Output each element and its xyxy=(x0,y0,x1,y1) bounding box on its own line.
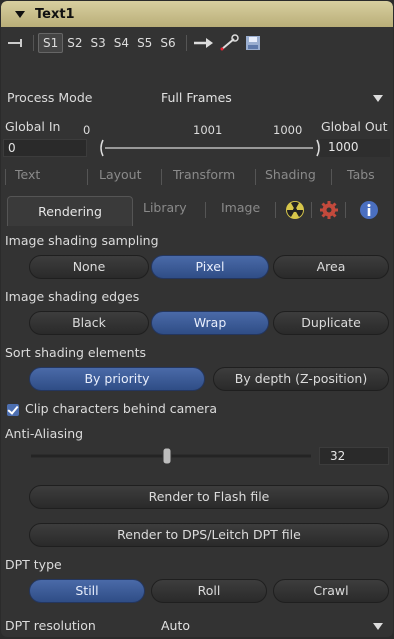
toolbar-divider xyxy=(33,35,34,51)
collapse-triangle-icon[interactable] xyxy=(15,10,25,18)
anti-aliasing-field[interactable]: 32 xyxy=(319,447,389,465)
edges-black-button[interactable]: Black xyxy=(29,311,149,335)
global-in-field[interactable]: 0 xyxy=(3,139,87,157)
tab-divider xyxy=(275,202,276,218)
tab-divider xyxy=(331,169,332,185)
dpt-resolution-label: DPT resolution xyxy=(5,618,96,633)
range-current-tick: 1001 xyxy=(193,123,223,137)
tab-divider xyxy=(205,202,206,218)
slot-s1-button[interactable]: S1 xyxy=(38,33,64,53)
process-mode-value: Full Frames xyxy=(161,90,232,105)
image-shading-sampling-label: Image shading sampling xyxy=(5,233,159,248)
image-shading-edges-label: Image shading edges xyxy=(5,289,140,304)
chevron-down-icon xyxy=(373,95,383,102)
info-icon[interactable] xyxy=(359,200,379,223)
gear-icon[interactable] xyxy=(319,200,339,223)
tab-divider xyxy=(161,169,162,185)
range-max-tick: 1000 xyxy=(273,123,303,137)
tab-library[interactable]: Library xyxy=(143,200,187,215)
pin-icon[interactable] xyxy=(7,36,25,50)
sort-by-priority-button[interactable]: By priority xyxy=(29,367,205,391)
clip-characters-checkbox[interactable] xyxy=(7,404,19,416)
render-to-dps-button[interactable]: Render to DPS/Leitch DPT file xyxy=(29,523,389,547)
sampling-none-button[interactable]: None xyxy=(29,255,149,279)
tab-divider xyxy=(5,169,6,185)
global-out-field[interactable]: 1000 xyxy=(320,139,390,157)
chevron-down-icon xyxy=(373,623,383,630)
tab-divider xyxy=(87,169,88,185)
dpt-still-button[interactable]: Still xyxy=(29,579,145,603)
edges-duplicate-button[interactable]: Duplicate xyxy=(273,311,389,335)
slot-s3-button[interactable]: S3 xyxy=(87,34,110,52)
tab-tabs[interactable]: Tabs xyxy=(347,167,375,182)
save-icon[interactable] xyxy=(245,35,261,51)
slot-s2-button[interactable]: S2 xyxy=(63,34,86,52)
slot-s5-button[interactable]: S5 xyxy=(133,34,156,52)
edges-wrap-button[interactable]: Wrap xyxy=(151,311,269,335)
tab-image[interactable]: Image xyxy=(221,200,260,215)
node-title: Text1 xyxy=(35,6,75,22)
range-slider[interactable] xyxy=(97,137,325,159)
anti-aliasing-label: Anti-Aliasing xyxy=(5,426,84,441)
dpt-type-label: DPT type xyxy=(5,557,62,572)
pick-icon[interactable] xyxy=(219,34,241,52)
slot-s4-button[interactable]: S4 xyxy=(110,34,133,52)
tab-transform[interactable]: Transform xyxy=(173,167,235,182)
render-to-flash-button[interactable]: Render to Flash file xyxy=(29,485,389,509)
tab-text[interactable]: Text xyxy=(15,167,40,182)
toolbar-divider xyxy=(185,35,187,51)
tab-layout[interactable]: Layout xyxy=(99,167,142,182)
global-in-label: Global In xyxy=(5,119,61,134)
sampling-area-button[interactable]: Area xyxy=(273,255,389,279)
process-mode-dropdown[interactable]: Full Frames xyxy=(161,87,389,109)
tab-divider xyxy=(255,169,256,185)
sort-shading-label: Sort shading elements xyxy=(5,345,146,360)
inspector-panel: Text1 S1 S2 S3 S4 S5 S6 Process Mode Ful… xyxy=(1,1,393,637)
anti-aliasing-slider[interactable] xyxy=(31,445,311,467)
clip-characters-label: Clip characters behind camera xyxy=(25,401,217,416)
slider-thumb xyxy=(162,447,172,465)
node-header[interactable]: Text1 xyxy=(1,1,393,27)
tab-divider xyxy=(311,202,312,218)
tab-divider xyxy=(345,202,346,218)
tabs-row-1: Text Layout Transform Shading Tabs xyxy=(1,165,393,187)
sampling-pixel-button[interactable]: Pixel xyxy=(151,255,269,279)
arrow-right-icon[interactable] xyxy=(193,36,215,50)
radioactive-icon[interactable] xyxy=(285,200,305,223)
range-min-tick: 0 xyxy=(83,123,91,137)
tab-rendering[interactable]: Rendering xyxy=(7,196,133,226)
global-out-label: Global Out xyxy=(321,119,388,134)
dpt-roll-button[interactable]: Roll xyxy=(151,579,267,603)
dpt-resolution-value: Auto xyxy=(161,618,191,633)
tab-shading[interactable]: Shading xyxy=(265,167,316,182)
process-mode-label: Process Mode xyxy=(7,90,93,105)
slot-s6-button[interactable]: S6 xyxy=(156,34,179,52)
dpt-resolution-dropdown[interactable]: Auto xyxy=(161,615,389,637)
sort-by-depth-button[interactable]: By depth (Z-position) xyxy=(213,367,389,391)
dpt-crawl-button[interactable]: Crawl xyxy=(273,579,389,603)
tabs-row-2: Rendering Library Image xyxy=(1,196,393,226)
node-toolbar: S1 S2 S3 S4 S5 S6 xyxy=(1,29,393,57)
